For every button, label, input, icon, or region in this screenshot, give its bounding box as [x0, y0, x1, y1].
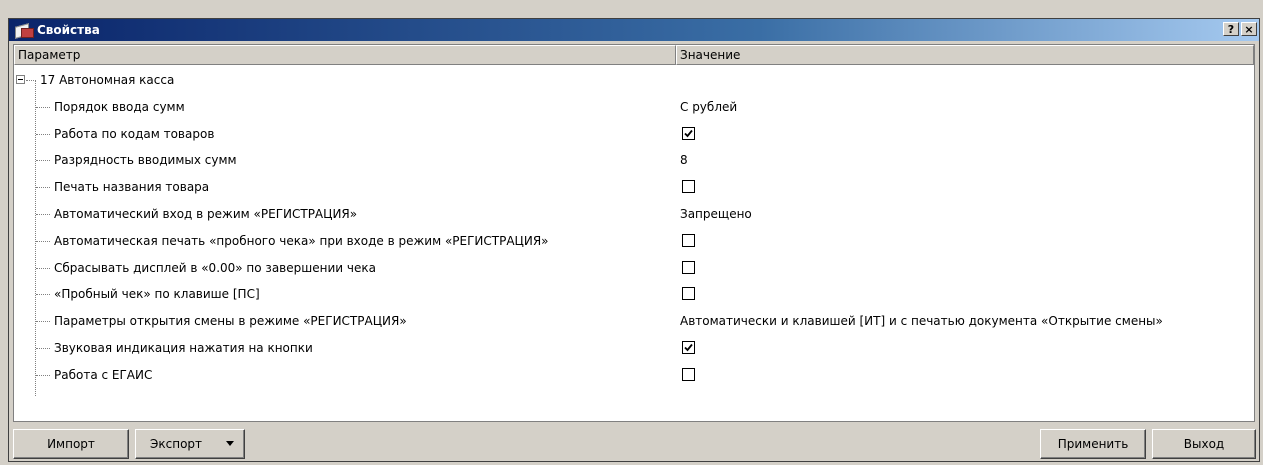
property-row[interactable]: Работа с ЕГАИС — [14, 362, 1254, 389]
column-header-param[interactable]: Параметр — [14, 45, 676, 65]
properties-window: Свойства ? × Параметр Значение 17 Автоно… — [8, 18, 1260, 462]
property-value[interactable]: 8 — [680, 147, 688, 174]
checkmark-icon — [684, 343, 693, 352]
property-row[interactable]: Сбрасывать дисплей в «0.00» по завершени… — [14, 255, 1254, 282]
property-grid: Параметр Значение 17 Автономная касса По… — [13, 44, 1255, 422]
tree-collapse-icon[interactable] — [16, 75, 25, 84]
close-icon[interactable]: × — [1241, 22, 1257, 36]
property-row[interactable]: Печать названия товара — [14, 174, 1254, 201]
group-label: 17 Автономная касса — [40, 73, 175, 87]
property-row[interactable]: «Пробный чек» по клавише [ПС] — [14, 281, 1254, 308]
property-row[interactable]: Звуковая индикация нажатия на кнопки — [14, 335, 1254, 362]
exit-button-label: Выход — [1183, 437, 1225, 451]
window-properties-icon — [15, 23, 34, 39]
property-name: Работа с ЕГАИС — [54, 367, 153, 382]
window-title: Свойства — [37, 23, 100, 37]
apply-button[interactable]: Применить — [1040, 429, 1146, 459]
property-row[interactable]: Автоматическая печать «пробного чека» пр… — [14, 228, 1254, 255]
property-value[interactable]: С рублей — [680, 94, 737, 121]
checkmark-icon — [684, 129, 693, 137]
group-row[interactable]: 17 Автономная касса — [14, 67, 1254, 94]
grid-rows: 17 Автономная касса Порядок ввода сумм С … — [14, 67, 1254, 389]
property-checkbox[interactable] — [682, 233, 695, 247]
exit-button[interactable]: Выход — [1152, 429, 1256, 459]
property-row[interactable]: Автоматический вход в режим «РЕГИСТРАЦИЯ… — [14, 201, 1254, 228]
property-value[interactable]: Запрещено — [680, 201, 752, 228]
import-button-label: Импорт — [47, 437, 95, 451]
property-row[interactable]: Работа по кодам товаров — [14, 121, 1254, 148]
property-name: Автоматическая печать «пробного чека» пр… — [54, 233, 549, 248]
property-name: Печать названия товара — [54, 180, 210, 195]
property-name: Сбрасывать дисплей в «0.00» по завершени… — [54, 260, 376, 275]
grid-header: Параметр Значение — [14, 45, 1254, 65]
import-button[interactable]: Импорт — [13, 429, 129, 459]
column-header-value[interactable]: Значение — [676, 45, 1254, 65]
title-bar-buttons: ? × — [1223, 22, 1257, 36]
property-name: Параметры открытия смены в режиме «РЕГИС… — [54, 314, 407, 329]
property-name: Звуковая индикация нажатия на кнопки — [54, 340, 313, 355]
export-button[interactable]: Экспорт — [135, 429, 245, 459]
property-name: «Пробный чек» по клавише [ПС] — [54, 287, 260, 302]
help-icon[interactable]: ? — [1223, 22, 1239, 36]
dropdown-arrow-icon — [226, 441, 234, 446]
property-checkbox[interactable] — [682, 287, 695, 301]
property-name: Разрядность вводимых сумм — [54, 153, 237, 168]
property-value[interactable]: Автоматически и клавишей [ИТ] и с печать… — [680, 308, 1163, 335]
property-row[interactable]: Разрядность вводимых сумм 8 — [14, 147, 1254, 174]
property-row[interactable]: Порядок ввода сумм С рублей — [14, 94, 1254, 121]
property-name: Работа по кодам товаров — [54, 126, 215, 141]
property-checkbox[interactable] — [682, 367, 695, 381]
title-bar[interactable]: Свойства ? × — [9, 19, 1259, 41]
apply-button-label: Применить — [1057, 437, 1129, 451]
property-name: Автоматический вход в режим «РЕГИСТРАЦИЯ… — [54, 206, 358, 221]
button-bar: Импорт Экспорт Применить Выход — [9, 426, 1259, 460]
property-checkbox[interactable] — [682, 340, 695, 354]
property-row[interactable]: Параметры открытия смены в режиме «РЕГИС… — [14, 308, 1254, 335]
property-checkbox[interactable] — [682, 126, 695, 140]
property-checkbox[interactable] — [682, 180, 695, 194]
property-checkbox[interactable] — [682, 260, 695, 274]
property-name: Порядок ввода сумм — [54, 99, 185, 114]
